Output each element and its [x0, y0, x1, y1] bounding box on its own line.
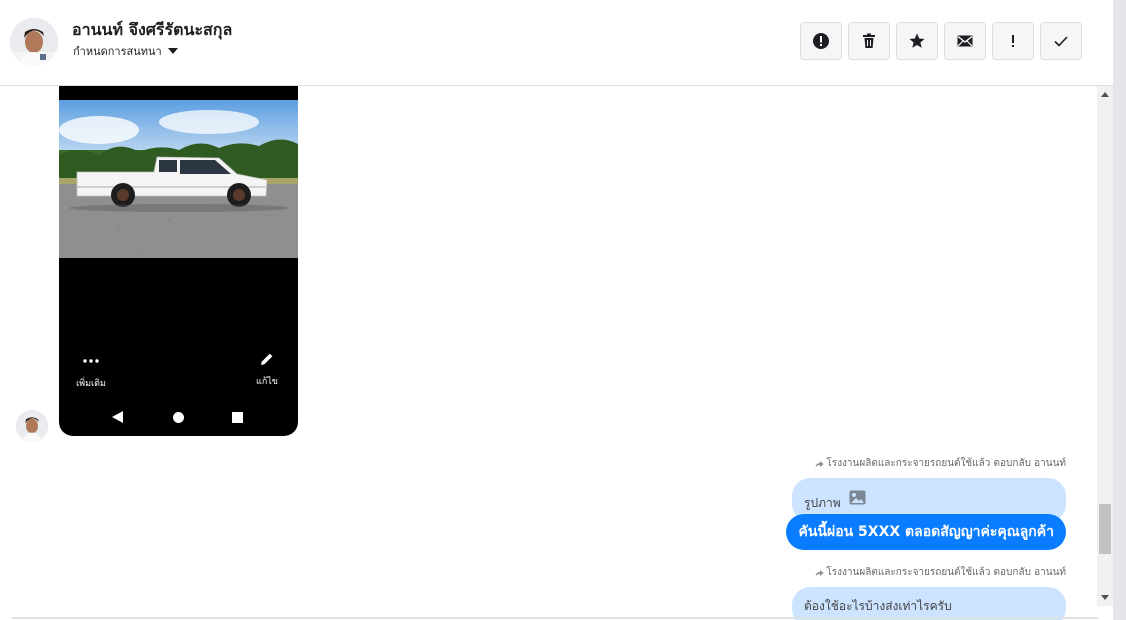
quoted-message-text: รูปภาพ: [804, 495, 841, 510]
mark-important-button[interactable]: [992, 22, 1034, 60]
window-edge: [1113, 0, 1126, 620]
reply-meta-text: โรงงานผลิตและกระจายรถยนต์ใช้แล้ว ตอบกลับ…: [826, 458, 1066, 469]
star-button[interactable]: [896, 22, 938, 60]
pencil-icon: [249, 350, 285, 368]
android-recents-icon[interactable]: [232, 412, 243, 423]
car-photo: [59, 100, 298, 258]
assign-conversation-dropdown[interactable]: กำหนดการสนทนา: [73, 42, 178, 60]
exclamation-icon: [1012, 35, 1014, 47]
composer-divider: [12, 617, 1098, 619]
more-options-label: เพิ่มเติม: [76, 379, 106, 389]
reply-meta-text: โรงงานผลิตและกระจายรถยนต์ใช้แล้ว ตอบกลับ…: [826, 567, 1066, 578]
alert-circle-icon: [813, 33, 829, 49]
android-back-icon[interactable]: [112, 411, 123, 423]
sent-message[interactable]: คันนี้ผ่อน 5XXX ตลอดสัญญาค่ะคุณลูกค้า: [786, 514, 1066, 550]
assign-conversation-label: กำหนดการสนทนา: [73, 45, 162, 58]
delete-button[interactable]: [848, 22, 890, 60]
image-attachment[interactable]: เพิ่มเติม แก้ไข: [59, 86, 298, 436]
chat-scrollbar[interactable]: [1097, 86, 1113, 606]
contact-avatar[interactable]: [10, 18, 58, 66]
image-icon: [849, 490, 866, 504]
trash-icon: [863, 33, 875, 48]
contact-name: อานนท์ จึงศรีรัตนะสกุล: [72, 20, 233, 39]
arrow-down-icon: [1101, 595, 1109, 600]
mark-done-button[interactable]: [1040, 22, 1082, 60]
edit-label: แก้ไข: [256, 377, 278, 387]
mark-unread-button[interactable]: [944, 22, 986, 60]
reply-arrow-icon: [815, 460, 824, 467]
reply-meta: โรงงานผลิตและกระจายรถยนต์ใช้แล้ว ตอบกลับ…: [815, 565, 1066, 580]
sent-message-text: คันนี้ผ่อน 5XXX ตลอดสัญญาค่ะคุณลูกค้า: [798, 524, 1054, 540]
caret-down-icon: [167, 48, 178, 54]
arrow-up-icon: [1101, 92, 1109, 97]
quoted-message-text: ต้องใช้อะไรบ้างส่งเท่าไรครับ: [804, 599, 952, 613]
quoted-message[interactable]: ต้องใช้อะไรบ้างส่งเท่าไรครับ: [792, 587, 1066, 620]
scroll-up-button[interactable]: [1097, 86, 1113, 103]
header-actions: [800, 22, 1082, 60]
conversation-header: อานนท์ จึงศรีรัตนะสกุล กำหนดการสนทนา: [0, 0, 1113, 86]
reply-meta: โรงงานผลิตและกระจายรถยนต์ใช้แล้ว ตอบกลับ…: [815, 456, 1066, 471]
more-options-button[interactable]: เพิ่มเติม: [73, 352, 109, 390]
edit-button[interactable]: แก้ไข: [249, 350, 285, 388]
scroll-thumb[interactable]: [1099, 504, 1111, 554]
more-horizontal-icon: [73, 352, 109, 370]
reply-arrow-icon: [815, 569, 824, 576]
star-icon: [909, 33, 925, 48]
check-icon: [1054, 36, 1068, 47]
mark-spam-button[interactable]: [800, 22, 842, 60]
message-thread: เพิ่มเติม แก้ไข โรงงานผลิตและกระจายรถยนต…: [0, 86, 1097, 620]
envelope-icon: [957, 35, 973, 47]
sender-avatar[interactable]: [16, 410, 48, 442]
android-home-icon[interactable]: [173, 412, 184, 423]
scroll-down-button[interactable]: [1097, 589, 1113, 606]
